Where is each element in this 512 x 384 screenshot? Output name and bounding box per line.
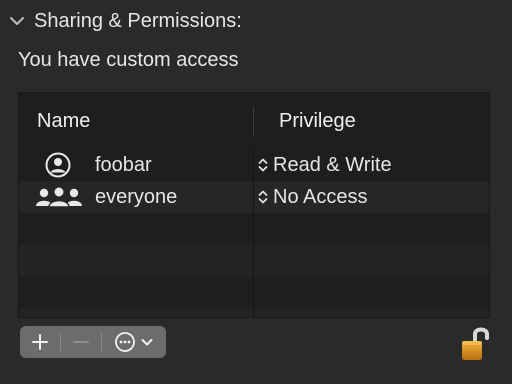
- column-header-privilege[interactable]: Privilege: [279, 93, 356, 149]
- privilege-value: Read & Write: [273, 153, 392, 176]
- chevron-down-icon: [141, 339, 153, 346]
- permissions-table: Name Privilege foobar Read & Write every…: [18, 92, 490, 318]
- table-row-foobar[interactable]: foobar Read & Write: [19, 149, 489, 181]
- section-header-sharing[interactable]: Sharing & Permissions:: [8, 8, 242, 34]
- table-row-everyone[interactable]: everyone No Access: [19, 181, 489, 213]
- plus-icon: [32, 334, 48, 350]
- permissions-toolbar: [20, 326, 166, 358]
- lock-button[interactable]: [458, 324, 492, 364]
- table-row-empty: [19, 245, 489, 277]
- add-button[interactable]: [20, 326, 60, 358]
- action-menu-button[interactable]: [102, 326, 166, 358]
- privilege-popup[interactable]: No Access: [257, 181, 367, 213]
- remove-button[interactable]: [61, 326, 101, 358]
- section-title: Sharing & Permissions:: [34, 9, 242, 32]
- ellipsis-circle-icon: [115, 332, 135, 352]
- privilege-popup[interactable]: Read & Write: [257, 149, 392, 181]
- table-row-empty: [19, 213, 489, 245]
- column-divider: [253, 149, 254, 317]
- table-row-empty: [19, 309, 489, 317]
- access-summary: You have custom access: [18, 49, 239, 71]
- table-header: Name Privilege: [19, 93, 489, 149]
- up-down-chevron-icon: [258, 158, 268, 172]
- group-icon: [35, 181, 83, 213]
- column-header-name[interactable]: Name: [37, 93, 90, 149]
- user-icon: [45, 149, 71, 181]
- column-header-divider[interactable]: [253, 107, 254, 137]
- row-name: everyone: [95, 185, 178, 208]
- table-body: foobar Read & Write everyone No Access: [19, 149, 489, 317]
- up-down-chevron-icon: [258, 190, 268, 204]
- minus-icon: [73, 341, 89, 343]
- unlocked-padlock-icon: [462, 327, 489, 360]
- table-row-empty: [19, 277, 489, 309]
- privilege-value: No Access: [273, 185, 368, 208]
- row-name: foobar: [95, 153, 152, 176]
- chevron-down-icon[interactable]: [8, 12, 26, 30]
